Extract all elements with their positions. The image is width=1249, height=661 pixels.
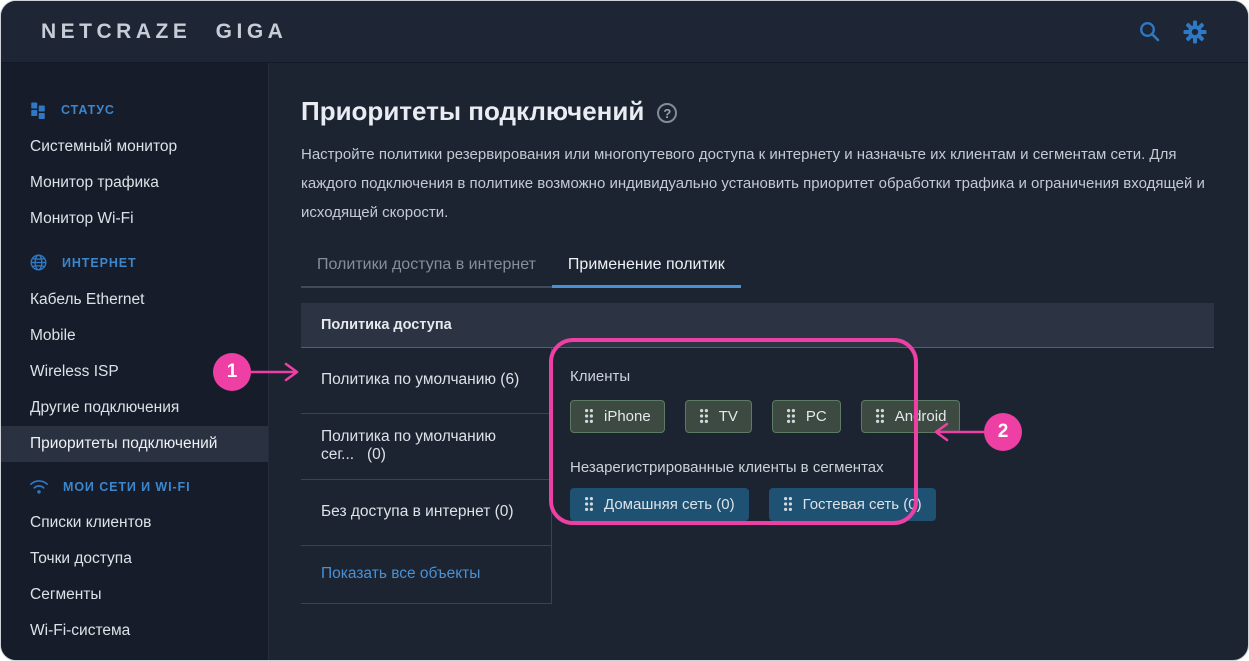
search-button[interactable] — [1136, 19, 1162, 45]
segments-label: Незарегистрированные клиенты в сегментах — [570, 459, 1214, 476]
sidebar-section-label: ИНТЕРНЕТ — [62, 256, 137, 270]
wifi-icon — [29, 478, 49, 495]
table-row-default-policy[interactable]: Политика по умолчанию (6) — [301, 348, 551, 414]
sidebar-section-status: СТАТУС — [1, 91, 268, 129]
globe-icon — [29, 253, 48, 272]
chip-label: iPhone — [604, 408, 651, 425]
search-icon — [1138, 20, 1161, 43]
sidebar-item-client-lists[interactable]: Списки клиентов — [1, 505, 268, 541]
chip-label: Домашняя сеть (0) — [604, 496, 735, 513]
tab-policy-application[interactable]: Применение политик — [552, 250, 741, 288]
topbar: NETCRAZE GIGA — [1, 1, 1248, 63]
show-all-objects-link[interactable]: Показать все объекты — [301, 546, 551, 604]
link-label: Показать все объекты — [321, 565, 480, 583]
sidebar-item-segments[interactable]: Сегменты — [1, 577, 268, 613]
policy-detail-panel: Клиенты iPhone TV PC — [551, 348, 1214, 604]
drag-handle-icon — [584, 496, 594, 512]
sidebar-item-wifi-monitor[interactable]: Монитор Wi-Fi — [1, 201, 268, 237]
chip-label: Android — [895, 408, 947, 425]
drag-handle-icon — [786, 408, 796, 424]
tab-bar: Политики доступа в интернет Применение п… — [301, 250, 741, 288]
drag-handle-icon — [783, 496, 793, 512]
segment-chip-guest-network[interactable]: Гостевая сеть (0) — [769, 488, 936, 521]
settings-button[interactable] — [1182, 19, 1208, 45]
sidebar-item-mobile[interactable]: Mobile — [1, 318, 268, 354]
page-title: Приоритеты подключений — [301, 96, 644, 127]
sidebar-item-system-monitor[interactable]: Системный монитор — [1, 129, 268, 165]
gear-icon — [1183, 20, 1207, 44]
grid-icon — [29, 101, 47, 119]
page-description: Настройте политики резервирования или мн… — [301, 140, 1209, 227]
drag-handle-icon — [699, 408, 709, 424]
chip-label: TV — [719, 408, 738, 425]
table-row-default-policy-seg[interactable]: Политика по умолчанию сег... (0) — [301, 414, 551, 480]
sidebar: СТАТУС Системный монитор Монитор трафика… — [1, 63, 269, 660]
sidebar-section-my-networks: МОИ СЕТИ И WI-FI — [1, 468, 268, 505]
help-icon[interactable]: ? — [657, 103, 677, 123]
client-chip-android[interactable]: Android — [861, 400, 961, 433]
app-window: NETCRAZE GIGA — [0, 0, 1249, 661]
clients-label: Клиенты — [570, 368, 1214, 385]
sidebar-item-access-points[interactable]: Точки доступа — [1, 541, 268, 577]
client-chip-tv[interactable]: TV — [685, 400, 752, 433]
policy-column: Политика по умолчанию (6) Политика по ум… — [301, 348, 551, 604]
chip-label: PC — [806, 408, 827, 425]
sidebar-item-ethernet-cable[interactable]: Кабель Ethernet — [1, 282, 268, 318]
table-header: Политика доступа — [301, 303, 1214, 348]
segment-chips: Домашняя сеть (0) Гостевая сеть (0) — [570, 488, 1214, 521]
segment-chip-home-network[interactable]: Домашняя сеть (0) — [570, 488, 749, 521]
sidebar-item-wifi-system[interactable]: Wi-Fi-система — [1, 613, 268, 649]
sidebar-item-wireless-isp[interactable]: Wireless ISP — [1, 354, 268, 390]
client-chip-pc[interactable]: PC — [772, 400, 841, 433]
sidebar-item-other-connections[interactable]: Другие подключения — [1, 390, 268, 426]
main-content: Приоритеты подключений ? Настройте полит… — [270, 63, 1248, 660]
drag-handle-icon — [584, 408, 594, 424]
logo[interactable]: NETCRAZE GIGA — [41, 20, 287, 44]
client-chip-iphone[interactable]: iPhone — [570, 400, 665, 433]
policy-table: Политика доступа Политика по умолчанию (… — [301, 303, 1214, 604]
table-row-no-internet[interactable]: Без доступа в интернет (0) — [301, 480, 551, 546]
tab-access-policies[interactable]: Политики доступа в интернет — [301, 250, 552, 288]
sidebar-item-traffic-monitor[interactable]: Монитор трафика — [1, 165, 268, 201]
chip-label: Гостевая сеть (0) — [803, 496, 922, 513]
drag-handle-icon — [875, 408, 885, 424]
client-chips: iPhone TV PC Android — [570, 400, 1214, 433]
sidebar-section-label: СТАТУС — [61, 103, 115, 117]
sidebar-section-internet: ИНТЕРНЕТ — [1, 243, 268, 282]
sidebar-section-label: МОИ СЕТИ И WI-FI — [63, 480, 190, 494]
sidebar-item-connection-priorities[interactable]: Приоритеты подключений — [1, 426, 268, 462]
